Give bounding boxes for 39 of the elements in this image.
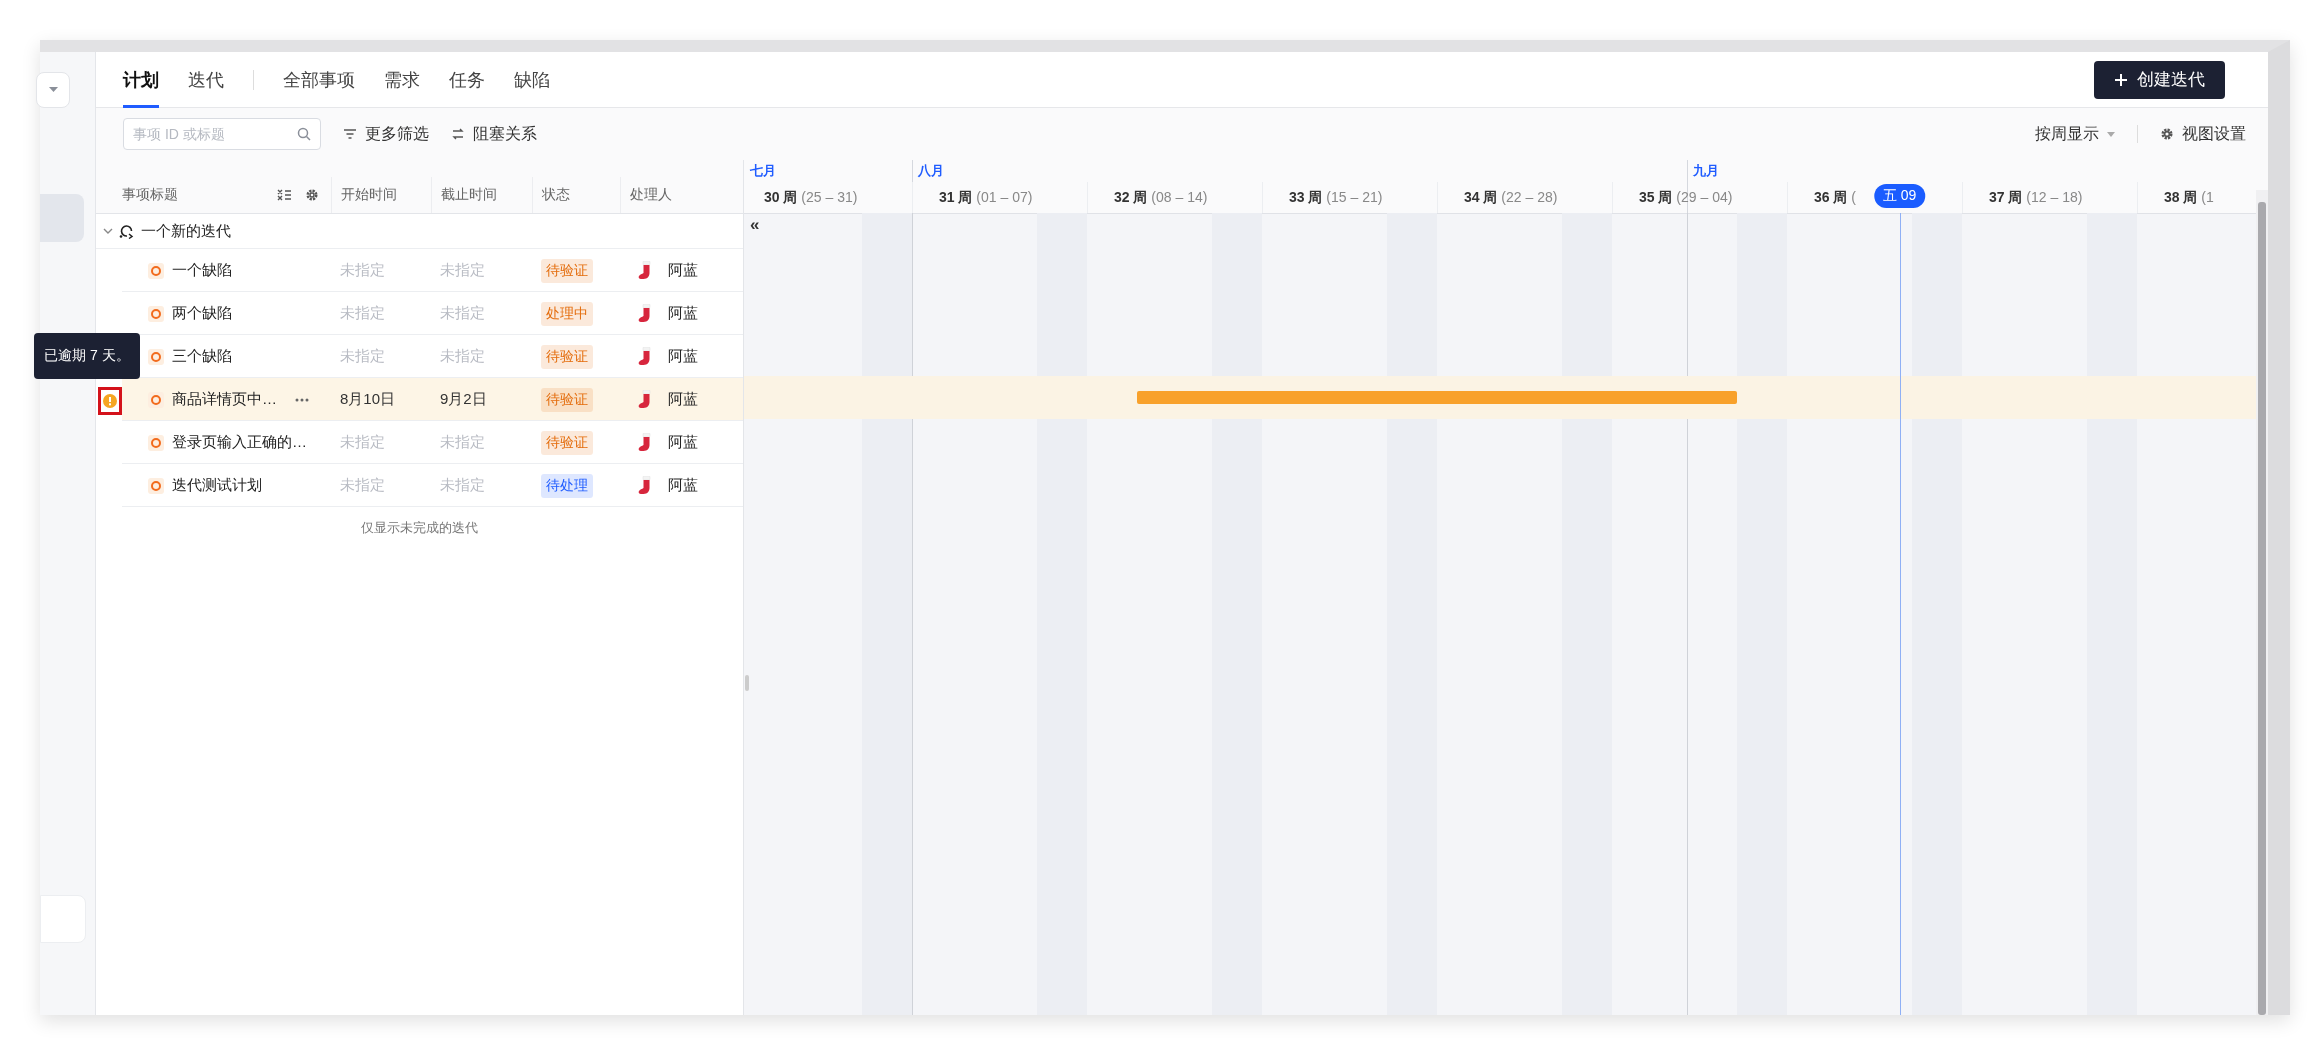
table-cell-text: 8月10日	[339, 390, 397, 409]
assignee-name: 阿蓝	[668, 347, 698, 366]
tooltip: 已逾期 7 天。	[34, 333, 140, 379]
week-label: 30 周 (25 – 31)	[764, 188, 858, 207]
assignee-name: 阿蓝	[668, 304, 698, 323]
column-header: 处理人	[620, 177, 743, 213]
table-cell-text: 9月2日	[439, 390, 488, 409]
assignee-name: 阿蓝	[668, 261, 698, 280]
table-cell-text: 未指定	[439, 347, 486, 366]
table-cell-text: 未指定	[339, 476, 386, 495]
column-header: 开始时间	[331, 177, 431, 213]
table-cell-text: 未指定	[339, 304, 386, 323]
column-header: 事项标题	[122, 186, 178, 204]
week-label: 32 周 (08 – 14)	[1114, 188, 1208, 207]
column-header: 状态	[532, 177, 620, 213]
group-title: 一个新的迭代	[141, 221, 231, 241]
month-label: 七月	[750, 162, 776, 180]
footer-note: 仅显示未完成的迭代	[360, 519, 479, 537]
week-label: 38 周 (1	[2164, 188, 2214, 207]
column-header: 截止时间	[431, 177, 532, 213]
week-label: 34 周 (22 – 28)	[1464, 188, 1558, 207]
table-cell-text: 未指定	[339, 347, 386, 366]
assignee-name: 阿蓝	[668, 433, 698, 452]
table-cell-text: 未指定	[439, 304, 486, 323]
week-label: 37 周 (12 – 18)	[1989, 188, 2083, 207]
table-cell-text: 未指定	[339, 433, 386, 452]
today-badge: 五 09	[1873, 184, 1926, 208]
assignee-name: 阿蓝	[668, 476, 698, 495]
week-label: 36 周 (	[1814, 188, 1857, 207]
assignee-name: 阿蓝	[668, 390, 698, 409]
week-label: 33 周 (15 – 21)	[1289, 188, 1383, 207]
week-label: 35 周 (29 – 04)	[1639, 188, 1733, 207]
table-cell-text: 未指定	[439, 476, 486, 495]
month-label: 八月	[918, 162, 944, 180]
table-cell-text: 未指定	[439, 261, 486, 280]
table-cell-text: 未指定	[439, 433, 486, 452]
week-label: 31 周 (01 – 07)	[939, 188, 1033, 207]
month-label: 九月	[1693, 162, 1719, 180]
table-cell-text: 未指定	[339, 261, 386, 280]
